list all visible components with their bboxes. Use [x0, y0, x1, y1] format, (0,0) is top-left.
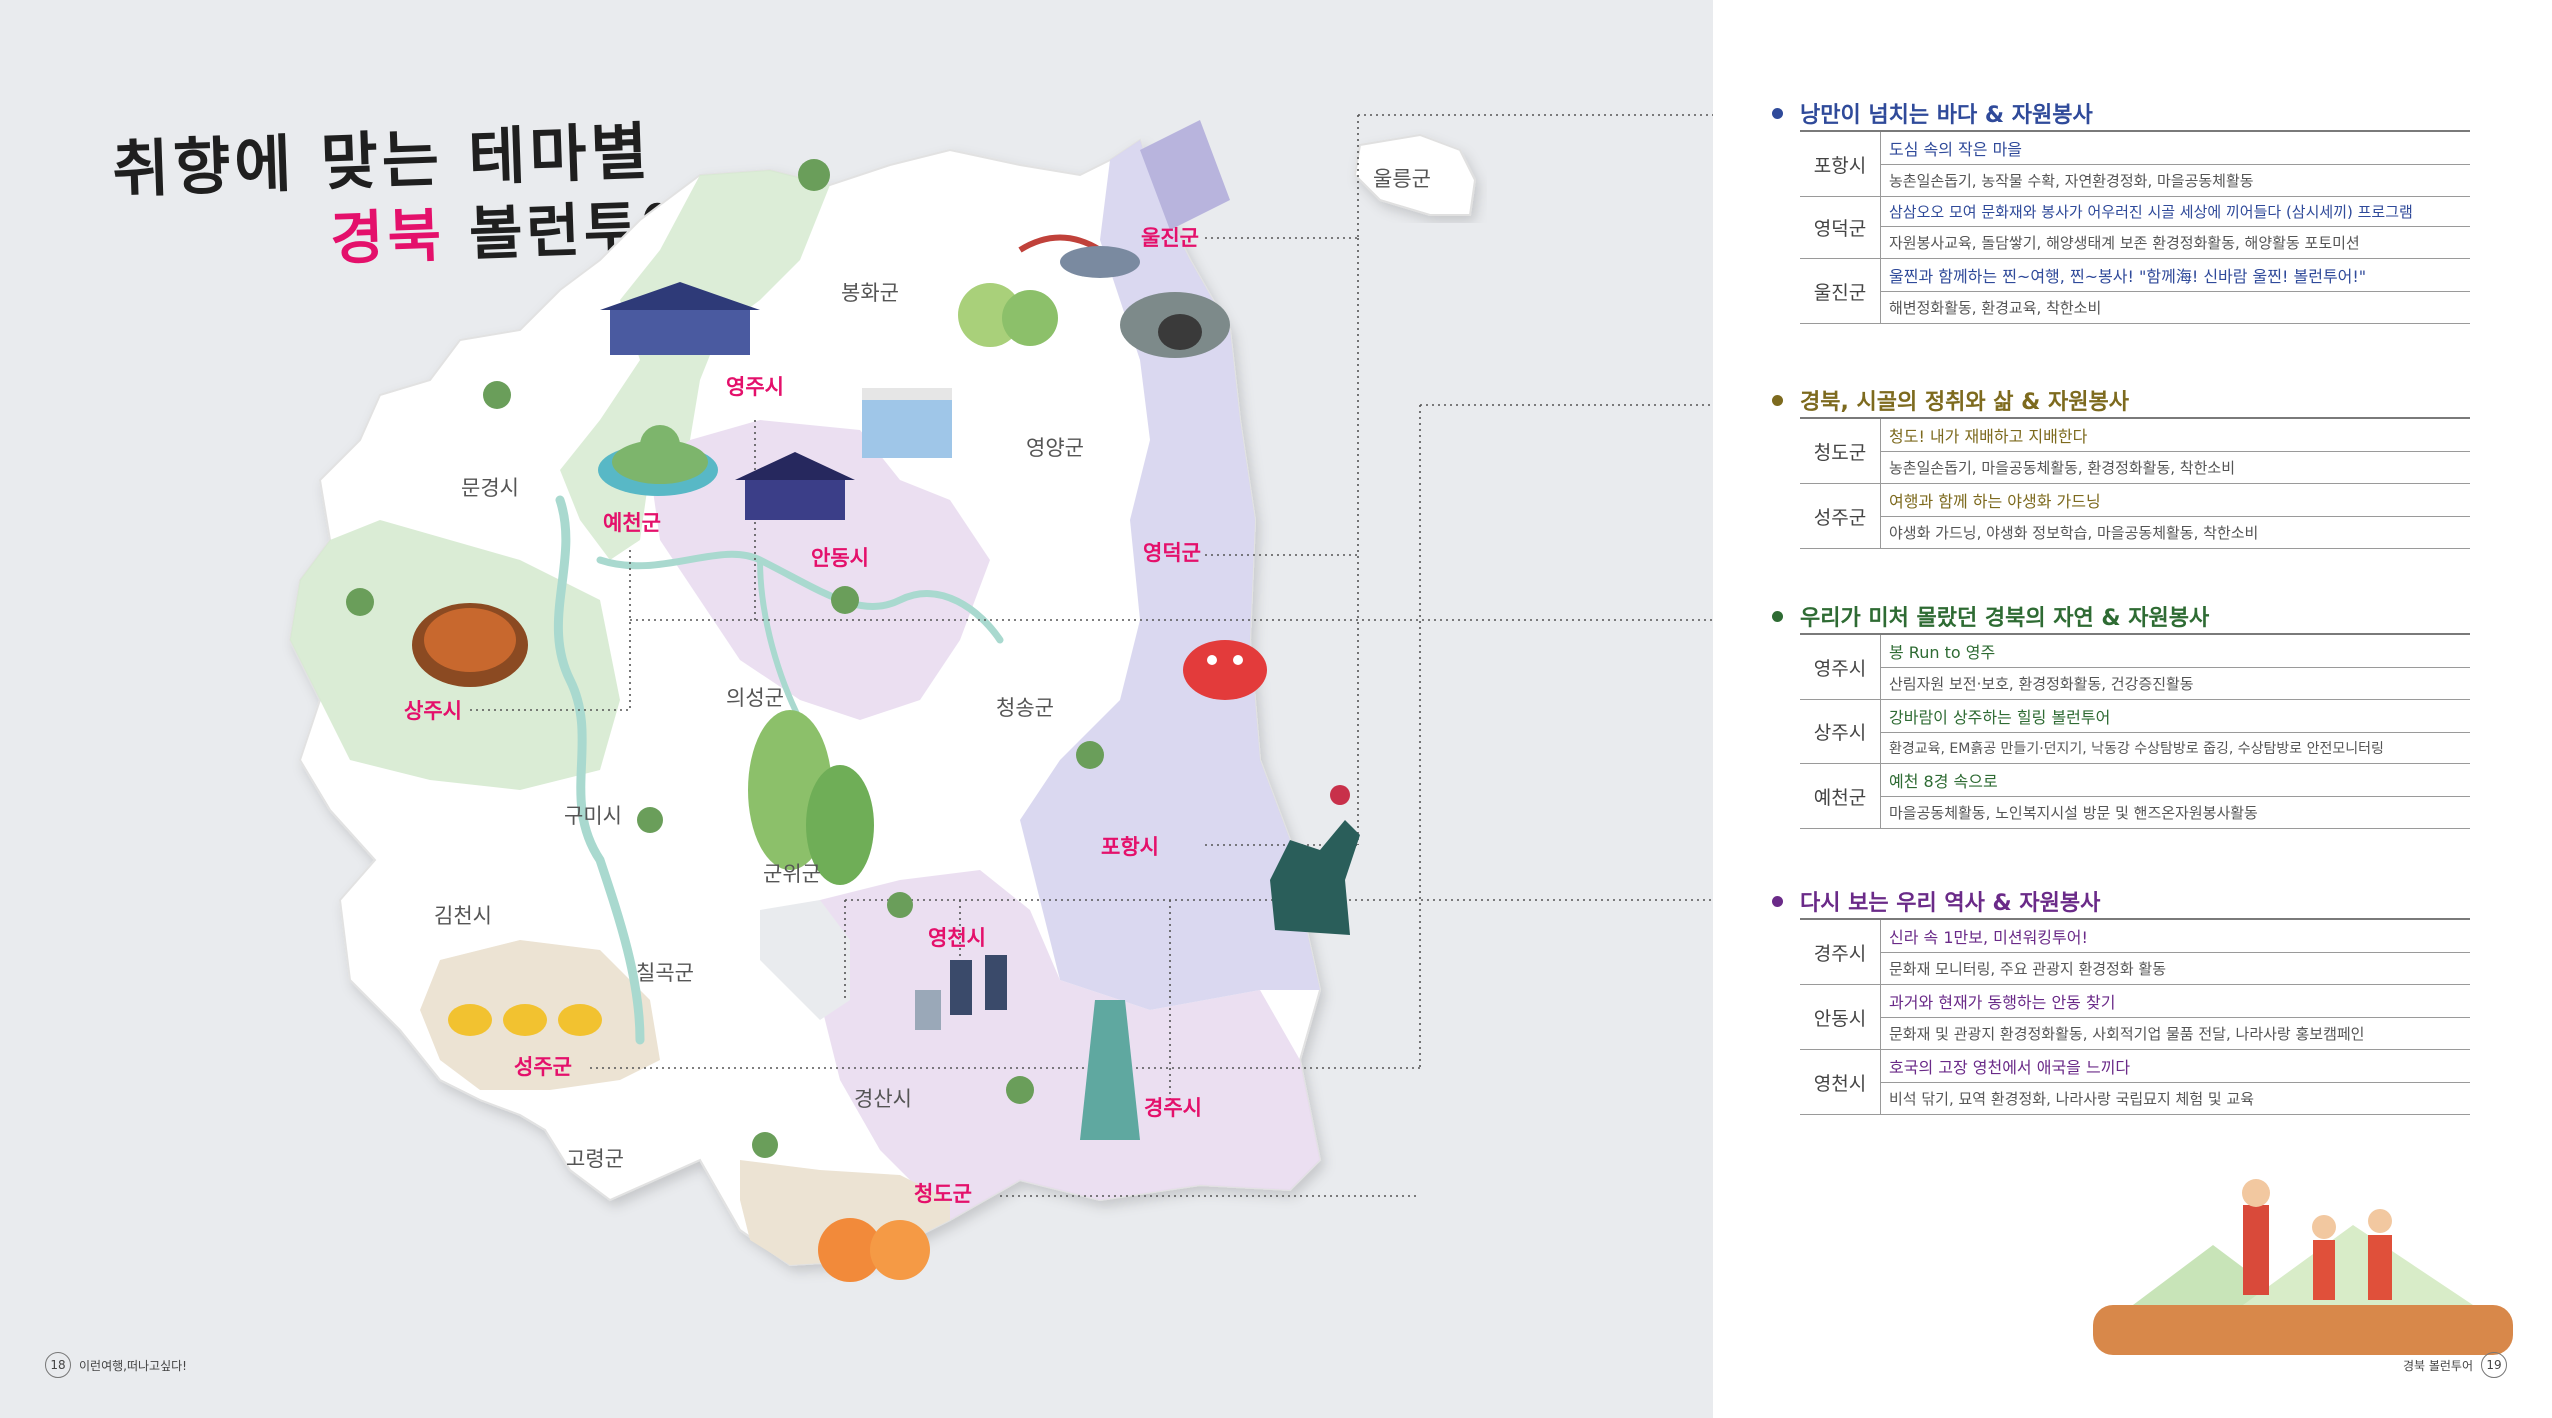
region-label: 울릉군	[1373, 167, 1431, 191]
program-name: 도심 속의 작은 마을	[1881, 132, 2470, 165]
page-number-right: 경북 볼런투어 19	[2403, 1352, 2507, 1378]
theme-region-label: 안동시	[811, 546, 869, 570]
region-label: 봉화군	[841, 281, 899, 305]
program-name: 울찐과 함께하는 찐~여행, 찐~봉사! "함께海! 신바람 울찐! 볼런투어!…	[1881, 259, 2470, 292]
section-title-text: 다시 보는 우리 역사 & 자원봉사	[1800, 891, 2101, 916]
program-activities: 마을공동체활동, 노인복지시설 방문 및 핸즈온자원봉사활동	[1889, 804, 2258, 822]
program-name: 신라 속 1만보, 미션워킹투어!	[1881, 920, 2470, 953]
program-name: 청도! 내가 재배하고 지배한다	[1881, 419, 2470, 452]
theme-region-label: 성주군	[514, 1055, 572, 1079]
bullet-dot-icon	[1772, 394, 1783, 406]
theme-region-label: 울진군	[1141, 226, 1199, 250]
bullet-dot-icon	[1772, 610, 1783, 622]
program-activities: 산림자원 보전·보호, 환경정화활동, 건강증진활동	[1889, 675, 2194, 693]
section-title: 경북, 시골의 정취와 삶 & 자원봉사	[1772, 383, 2470, 419]
program-activities: 환경교육, EM흙공 만들기·던지기, 낙동강 수상탐방로 줍깅, 수상탐방로 …	[1889, 741, 2384, 757]
program-name: 여행과 함께 하는 야생화 가드닝	[1881, 484, 2470, 517]
theme-section-history: 다시 보는 우리 역사 & 자원봉사 경주시 신라 속 1만보, 미션워킹투어!…	[1772, 884, 2470, 1115]
theme-region-label: 포항시	[1101, 835, 1159, 859]
section-title-text: 경북, 시골의 정취와 삶 & 자원봉사	[1800, 390, 2129, 415]
program-name: 호국의 고장 영천에서 애국을 느끼다	[1881, 1050, 2470, 1083]
left-page: 취향에 맞는 테마별 경북 볼런투어! 봉화군 영양군 문경시 의성군 청송군 …	[0, 0, 1713, 1418]
theme-region-label: 영덕군	[1143, 541, 1201, 565]
program-row: 영천시 호국의 고장 영천에서 애국을 느끼다비석 닦기, 묘역 환경정화, 나…	[1800, 1050, 2470, 1115]
page-number-left: 18 이런여행,떠나고싶다!	[45, 1352, 187, 1378]
theme-region-label: 경주시	[1144, 1096, 1202, 1120]
program-row: 예천군 예천 8경 속으로마을공동체활동, 노인복지시설 방문 및 핸즈온자원봉…	[1800, 764, 2470, 829]
area-name: 성주군	[1800, 484, 1881, 548]
program-activities: 문화재 및 관광지 환경정화활동, 사회적기업 물품 전달, 나라사랑 홍보캠페…	[1889, 1025, 2365, 1043]
region-label: 의성군	[726, 686, 784, 710]
area-name: 영주시	[1800, 635, 1881, 699]
area-name: 울진군	[1800, 259, 1881, 323]
region-label: 고령군	[566, 1147, 624, 1171]
program-name: 예천 8경 속으로	[1881, 764, 2470, 797]
area-name: 예천군	[1800, 764, 1881, 828]
program-activities: 야생화 가드닝, 야생화 정보학습, 마을공동체활동, 착한소비	[1889, 524, 2259, 542]
region-label: 김천시	[434, 904, 492, 928]
program-row: 경주시 신라 속 1만보, 미션워킹투어! 문화재 모니터링, 주요 관광지 환경…	[1800, 920, 2470, 985]
program-name: 봉 Run to 영주	[1881, 635, 2470, 668]
region-label: 칠곡군	[636, 961, 694, 985]
region-label: 군위군	[763, 862, 821, 886]
program-activities: 자원봉사교육, 돌담쌓기, 해양생태계 보존 환경정화활동, 해양활동 포토미션	[1889, 234, 2360, 252]
landmark-persimmons	[412, 603, 528, 687]
landmark-cave	[1120, 292, 1230, 358]
section-title: 다시 보는 우리 역사 & 자원봉사	[1772, 884, 2470, 920]
program-row: 안동시 과거와 현재가 동행하는 안동 찾기문화재 및 관광지 환경정화활동, …	[1800, 985, 2470, 1050]
program-row: 상주시 강바람이 상주하는 힐링 볼런투어환경교육, EM흙공 만들기·던지기,…	[1800, 700, 2470, 764]
gyeongbuk-map	[288, 114, 1713, 1282]
theme-region-label: 상주시	[404, 699, 462, 723]
theme-section-rural: 경북, 시골의 정취와 삶 & 자원봉사 청도군 청도! 내가 재배하고 지배한…	[1772, 383, 2470, 549]
theme-region-label: 청도군	[914, 1182, 972, 1206]
region-label: 문경시	[461, 476, 519, 500]
page-footer-text: 이런여행,떠나고싶다!	[79, 1358, 187, 1373]
region-label: 청송군	[996, 696, 1054, 720]
section-title-text: 우리가 미처 몰랐던 경북의 자연 & 자원봉사	[1800, 606, 2210, 631]
program-row: 청도군 청도! 내가 재배하고 지배한다농촌일손돕기, 마을공동체활동, 환경정…	[1800, 419, 2470, 484]
program-name: 과거와 현재가 동행하는 안동 찾기	[1881, 985, 2470, 1018]
region-label: 경산시	[854, 1087, 912, 1111]
program-row: 포항시 도심 속의 작은 마을농촌일손돕기, 농작물 수확, 자연환경정화, 마…	[1800, 132, 2470, 197]
landmark-dam	[862, 388, 952, 458]
program-activities: 농촌일손돕기, 마을공동체활동, 환경정화활동, 착한소비	[1889, 459, 2236, 477]
region-label: 구미시	[564, 804, 622, 828]
area-name: 청도군	[1800, 419, 1881, 483]
theme-region-label: 영천시	[928, 926, 986, 950]
bullet-dot-icon	[1772, 107, 1783, 119]
theme-section-sea: 낭만이 넘치는 바다 & 자원봉사 포항시 도심 속의 작은 마을농촌일손돕기,…	[1772, 96, 2470, 324]
area-name: 상주시	[1800, 700, 1881, 763]
theme-region-label: 예천군	[603, 511, 661, 535]
section-title: 우리가 미처 몰랐던 경북의 자연 & 자원봉사	[1772, 599, 2470, 635]
program-activities: 문화재 모니터링, 주요 관광지 환경정화 활동	[1889, 960, 2167, 978]
page-number: 19	[2481, 1352, 2507, 1378]
area-name: 영천시	[1800, 1050, 1881, 1114]
theme-section-nature: 우리가 미처 몰랐던 경북의 자연 & 자원봉사 영주시 봉 Run to 영주…	[1772, 599, 2470, 829]
area-name: 영덕군	[1800, 197, 1881, 258]
section-title-text: 낭만이 넘치는 바다 & 자원봉사	[1800, 103, 2093, 128]
region-label: 영양군	[1026, 436, 1084, 460]
theme-region-label: 영주시	[726, 375, 784, 399]
program-activities: 해변정화활동, 환경교육, 착한소비	[1889, 299, 2102, 317]
landmark-hand-sculpture	[1270, 785, 1360, 935]
program-row: 영주시 봉 Run to 영주산림자원 보전·보호, 환경정화활동, 건강증진활…	[1800, 635, 2470, 700]
program-name: 삼삼오오 모여 문화재와 봉사가 어우러진 시골 세상에 끼어들다 (삼시세끼)…	[1881, 197, 2470, 227]
program-name: 강바람이 상주하는 힐링 볼런투어	[1881, 700, 2470, 733]
connector-line-sea	[1205, 114, 1713, 846]
area-name: 포항시	[1800, 132, 1881, 196]
section-title: 낭만이 넘치는 바다 & 자원봉사	[1772, 96, 2470, 132]
landmark-crab	[1183, 640, 1267, 700]
program-activities: 농촌일손돕기, 농작물 수확, 자연환경정화, 마을공동체활동	[1889, 172, 2254, 190]
page-number: 18	[45, 1352, 71, 1378]
landmark-melons	[448, 1004, 602, 1036]
program-row: 울진군 울찐과 함께하는 찐~여행, 찐~봉사! "함께海! 신바람 울찐! 볼…	[1800, 259, 2470, 324]
area-name: 안동시	[1800, 985, 1881, 1049]
volunteers-illustration	[2093, 1179, 2513, 1355]
program-row: 성주군 여행과 함께 하는 야생화 가드닝야생화 가드닝, 야생화 정보학습, …	[1800, 484, 2470, 549]
bullet-dot-icon	[1772, 895, 1783, 907]
program-row: 영덕군 삼삼오오 모여 문화재와 봉사가 어우러진 시골 세상에 끼어들다 (삼…	[1800, 197, 2470, 259]
area-name: 경주시	[1800, 920, 1881, 984]
program-activities: 비석 닦기, 묘역 환경정화, 나라사랑 국립묘지 체험 및 교육	[1889, 1090, 2255, 1108]
page-footer-text: 경북 볼런투어	[2402, 1358, 2473, 1373]
